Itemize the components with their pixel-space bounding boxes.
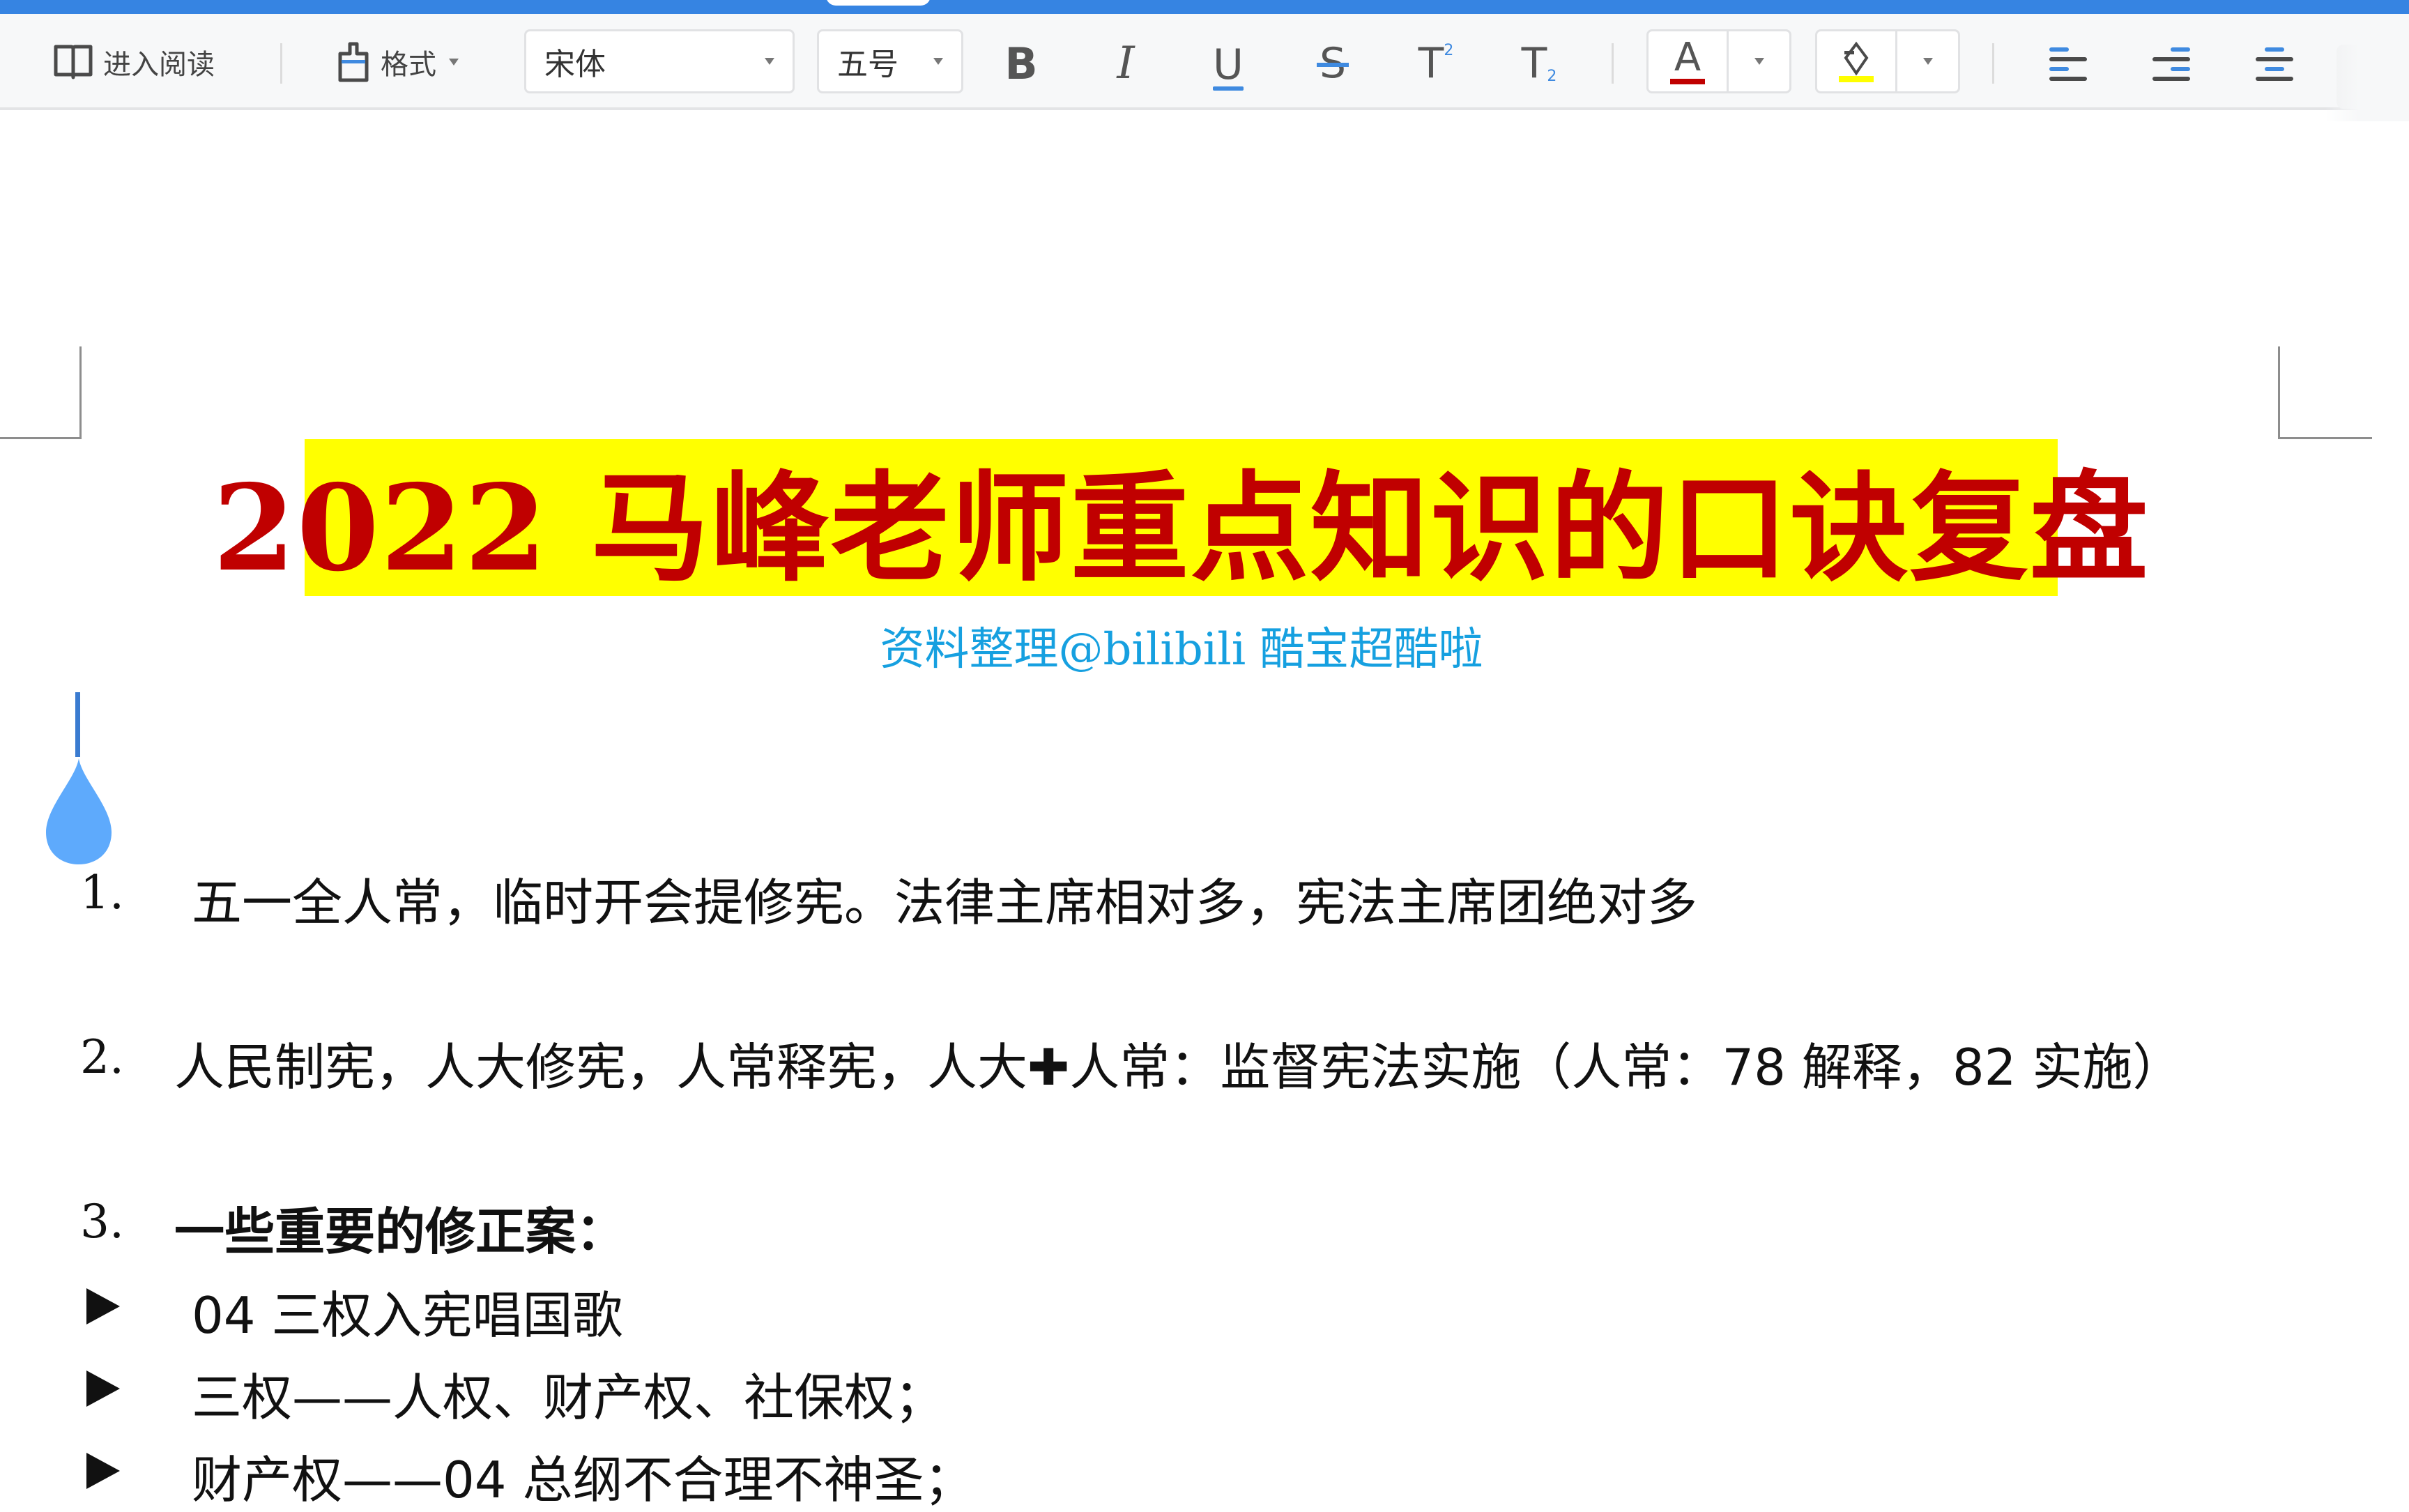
align-line [2152,77,2190,81]
align-left-icon [2049,47,2069,52]
subscript-icon: T [1521,39,1547,88]
toolbar-fade [2325,28,2409,121]
chevron-down-icon [765,58,774,65]
align-line [2256,77,2293,81]
superscript-icon: T [1418,39,1444,88]
margin-corner-left [0,346,82,439]
italic-icon: I [1117,38,1135,89]
subscript-button[interactable]: T 2 [1511,39,1567,88]
underline-bar [1213,86,1244,91]
margin-corner-right [2278,346,2372,439]
chevron-down-icon [1922,58,1933,65]
book-icon [54,45,93,79]
align-right-button[interactable] [2152,47,2190,81]
list-number: 3. [80,1195,124,1248]
font-family-select[interactable]: 宋体 [524,29,795,93]
italic-button[interactable]: I [1098,38,1154,89]
document-title: 2022 马峰老师重点知识的口诀复盘 [213,439,2148,598]
font-color-control: A [1646,29,1791,93]
cursor-drag-handle[interactable] [46,758,112,864]
format-painter-button[interactable]: 格式 [336,40,459,84]
bullet-item: 财产权——04 总纲不合理不神圣； [192,1451,974,1509]
align-left-button[interactable] [2049,47,2087,81]
chevron-down-icon [449,59,459,66]
font-color-swatch [1670,79,1705,84]
font-color-dropdown[interactable] [1729,31,1789,91]
arrow-bullet-icon [86,1288,120,1324]
arrow-bullet-icon [86,1453,120,1489]
font-size-value: 五号 [837,47,898,82]
document-subtitle: 资料整理@bilibili 酷宝超酷啦 [880,624,1483,675]
font-family-value: 宋体 [544,47,606,82]
toolbar-divider [1612,43,1614,84]
list-number: 1. [80,866,124,919]
window-top-bar [0,0,2409,14]
reading-mode-label: 进入阅读 [103,49,215,81]
toolbar-divider [280,43,282,84]
toolbar-divider [1992,43,1994,84]
list-item-heading: 一些重要的修正案： [174,1202,627,1261]
highlight-swatch [1839,75,1874,82]
document-title-text: 2022 马峰老师重点知识的口诀复盘 [213,458,2150,598]
underline-button[interactable]: U [1200,39,1256,95]
align-line [2049,77,2087,81]
align-center-button[interactable] [2256,47,2293,81]
highlight-control [1815,29,1960,93]
bold-icon: B [1004,38,1038,89]
bullet-item: 三权——人权、财产权、社保权； [192,1368,945,1427]
chevron-down-icon [1754,58,1764,65]
font-color-button[interactable]: A [1649,31,1729,91]
format-painter-icon [338,42,369,82]
strike-bar [1317,63,1349,67]
text-cursor [75,692,80,757]
arrow-bullet-icon [86,1370,120,1407]
align-line [2171,67,2190,71]
reading-mode-button[interactable]: 进入阅读 [53,40,215,84]
align-right-icon [2171,47,2190,52]
list-item: 人民制宪，人大修宪，人常释宪，人大✚人常：监督宪法实施（人常：78 解释，82 … [174,1038,2183,1097]
font-size-select[interactable]: 五号 [817,29,963,93]
highlight-button[interactable] [1817,31,1897,91]
align-center-icon [2265,47,2284,52]
bold-button[interactable]: B [993,38,1049,89]
align-line [2049,57,2087,61]
list-number: 2. [80,1030,124,1084]
underline-icon: U [1213,40,1244,89]
format-label: 格式 [381,49,436,81]
formatting-toolbar: 进入阅读 格式 宋体 五号 B I U S T 2 T 2 A [0,14,2409,121]
superscript-button[interactable]: T 2 [1408,39,1464,88]
chevron-down-icon [933,58,943,65]
bullet-item: 04 三权入宪唱国歌 [192,1286,623,1345]
align-line [2152,57,2190,61]
align-line [2049,67,2069,71]
subscript-mark: 2 [1547,68,1557,85]
strikethrough-button[interactable]: S [1305,39,1361,88]
align-line [2256,57,2293,61]
highlight-dropdown[interactable] [1897,31,1958,91]
align-line [2265,67,2284,71]
superscript-mark: 2 [1444,42,1454,59]
font-color-icon: A [1674,35,1701,80]
list-item: 五一全人常，临时开会提修宪。法律主席相对多，宪法主席团绝对多 [192,873,1698,932]
window-tab-handle[interactable] [826,0,931,6]
highlight-icon [1844,41,1869,76]
